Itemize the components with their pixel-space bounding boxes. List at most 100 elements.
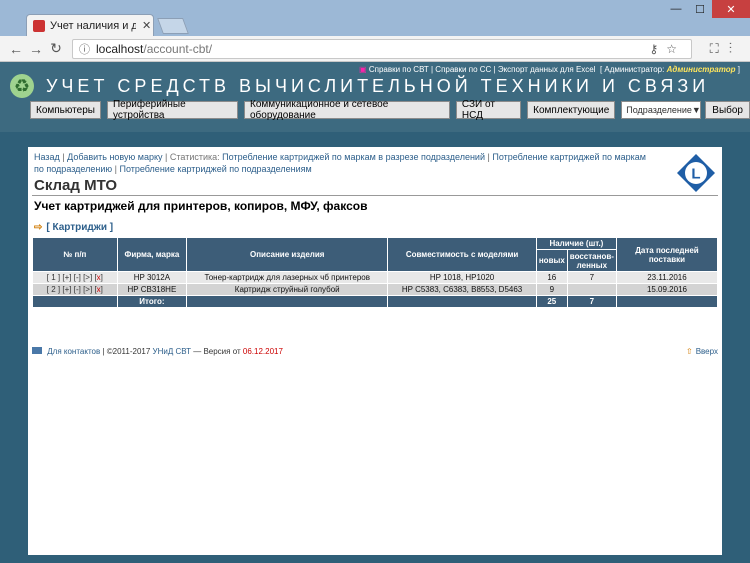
browser-titlebar: Учет наличия и движен ✕ — ☐ ✕ bbox=[0, 0, 750, 36]
menu-computers[interactable]: Компьютеры bbox=[30, 101, 101, 119]
url-input[interactable]: ⓘ localhost/account-cbt/ ⚷☆ bbox=[72, 39, 692, 59]
admin-close: ] bbox=[737, 65, 740, 74]
cell-restored bbox=[566, 283, 617, 296]
page-subtitle: Учет картриджей для принтеров, копиров, … bbox=[34, 199, 368, 213]
org-link[interactable]: УНиД СВТ bbox=[153, 347, 191, 356]
link-ss-reports[interactable]: Справки по СС bbox=[435, 65, 491, 74]
copyright: | ©2011-2017 bbox=[102, 347, 151, 356]
cell-compat: HP C5383, C6383, B8553, D5463 bbox=[387, 283, 537, 296]
cell-date: 15.09.2016 bbox=[615, 283, 719, 296]
content-panel: Назад | Добавить новую марку | Статистик… bbox=[28, 147, 722, 555]
cartridges-table: № п/п Фирма, марка Описание изделия Совм… bbox=[32, 237, 719, 308]
site-title: УЧЕТ СРЕДСТВ ВЫЧИСЛИТЕЛЬНОЙ ТЕХНИКИ И СВ… bbox=[46, 76, 710, 96]
col-new: новых bbox=[535, 249, 568, 272]
row-minus[interactable]: [-] bbox=[74, 273, 81, 282]
window-close-icon[interactable]: ✕ bbox=[712, 0, 750, 18]
total-restored: 7 bbox=[566, 295, 617, 308]
row-actions[interactable]: [ 1 ] [+] [-] [>] [x] bbox=[32, 271, 118, 284]
row-move[interactable]: [>] bbox=[83, 273, 92, 282]
new-tab-button[interactable] bbox=[157, 18, 189, 34]
row-move[interactable]: [>] bbox=[83, 285, 92, 294]
mail-icon bbox=[32, 347, 42, 354]
cartridges-link-label: [ Картриджи ] bbox=[46, 222, 114, 233]
col-compat: Совместимость с моделями bbox=[387, 237, 537, 272]
stat-link-3[interactable]: Потребление картриджей по подразделениям bbox=[120, 164, 312, 174]
minimize-icon[interactable]: — bbox=[664, 0, 688, 18]
back-link[interactable]: Назад bbox=[34, 152, 60, 162]
tab-close-icon[interactable]: ✕ bbox=[142, 19, 151, 32]
menu-szi[interactable]: СЗИ от НСД bbox=[455, 99, 522, 121]
key-star-icons[interactable]: ⚷☆ bbox=[649, 42, 685, 56]
department-select[interactable]: Подразделение ▼ bbox=[621, 101, 702, 119]
col-stock: Наличие (шт.) bbox=[535, 237, 617, 250]
arrow-up-icon: ⇧ bbox=[685, 347, 693, 356]
reload-icon[interactable]: ↻ bbox=[46, 40, 66, 57]
contacts-link[interactable]: Для контактов bbox=[47, 347, 100, 356]
cell-compat: HP 1018, HP1020 bbox=[387, 271, 537, 284]
version-date: 06.12.2017 bbox=[242, 347, 283, 356]
row-open[interactable]: [ 1 ] bbox=[47, 273, 60, 282]
table-row: [ 1 ] [+] [-] [>] [x] HP 3012A Тонер-кар… bbox=[32, 271, 719, 284]
svg-text:L: L bbox=[691, 166, 700, 183]
admin-name[interactable]: Администратор bbox=[667, 65, 736, 74]
cell-date: 23.11.2016 bbox=[615, 271, 719, 284]
cartridges-section-link[interactable]: ⇨[ Картриджи ] bbox=[34, 222, 113, 233]
cell-brand: HP CB318HE bbox=[116, 283, 188, 296]
emblem-logo-icon: L bbox=[677, 154, 715, 192]
col-num: № п/п bbox=[32, 237, 118, 272]
browser-menu-icons[interactable]: ⛶⋮ bbox=[710, 41, 742, 57]
menu-network[interactable]: Коммуникационное и сетевое оборудование bbox=[244, 99, 450, 121]
row-plus[interactable]: [+] bbox=[62, 285, 71, 294]
browser-tab[interactable]: Учет наличия и движен ✕ bbox=[26, 14, 154, 36]
admin-label: [ Администратор: bbox=[599, 65, 665, 74]
scroll-top-label: Вверх bbox=[695, 347, 718, 356]
cell-restored: 7 bbox=[566, 271, 617, 284]
row-delete[interactable]: [x] bbox=[94, 285, 102, 294]
back-arrow-icon[interactable]: ← bbox=[6, 41, 26, 57]
address-bar: ← → ↻ ⓘ localhost/account-cbt/ ⚷☆ ⛶⋮ bbox=[0, 36, 750, 62]
url-host: localhost bbox=[96, 42, 144, 56]
row-actions[interactable]: [ 2 ] [+] [-] [>] [x] bbox=[32, 283, 118, 296]
maximize-icon[interactable]: ☐ bbox=[688, 0, 712, 18]
col-desc: Описание изделия bbox=[186, 237, 389, 272]
col-date: Дата последней поставки bbox=[615, 237, 719, 272]
tab-title: Учет наличия и движен bbox=[50, 19, 136, 32]
info-icon[interactable]: ⓘ bbox=[79, 41, 90, 57]
forward-arrow-icon[interactable]: → bbox=[26, 41, 46, 57]
top-links: ▣ Справки по СВТ | Справки по СС | Экспо… bbox=[359, 65, 740, 74]
row-plus[interactable]: [+] bbox=[62, 273, 71, 282]
department-select-value: Подразделение bbox=[626, 105, 692, 115]
window-controls: — ☐ ✕ bbox=[664, 0, 750, 18]
select-button[interactable]: Выбор bbox=[705, 101, 750, 119]
page-title: Склад МТО bbox=[34, 177, 118, 194]
stats-label: Статистика: bbox=[169, 152, 220, 162]
favicon-icon bbox=[33, 19, 45, 32]
link-svt-reports[interactable]: Справки по СВТ bbox=[369, 65, 429, 74]
version-label: — Версия от bbox=[193, 347, 241, 356]
cell-brand: HP 3012A bbox=[116, 271, 188, 284]
total-new: 25 bbox=[535, 295, 568, 308]
stat-link-1[interactable]: Потребление картриджей по маркам в разре… bbox=[222, 152, 485, 162]
col-restored: восстанов-ленных bbox=[566, 249, 617, 272]
breadcrumb: Назад | Добавить новую марку | Статистик… bbox=[34, 152, 646, 174]
add-brand-link[interactable]: Добавить новую марку bbox=[67, 152, 162, 162]
cell-desc: Картридж струйный голубой bbox=[186, 283, 389, 296]
menu-peripherals[interactable]: Периферийные устройства bbox=[106, 99, 238, 121]
arrow-right-icon: ⇨ bbox=[34, 222, 43, 233]
site-header: ▣ Справки по СВТ | Справки по СС | Экспо… bbox=[0, 62, 750, 132]
excel-icon: ▣ bbox=[359, 65, 367, 74]
page-footer: Для контактов | ©2011-2017 УНиД СВТ — Ве… bbox=[32, 347, 718, 356]
row-minus[interactable]: [-] bbox=[74, 285, 81, 294]
scroll-top-link[interactable]: ⇧ Вверх bbox=[686, 347, 718, 356]
chevron-down-icon: ▼ bbox=[691, 105, 701, 115]
row-delete[interactable]: [x] bbox=[94, 273, 102, 282]
cell-desc: Тонер-картридж для лазерных чб принтеров bbox=[186, 271, 389, 284]
link-excel-export[interactable]: Экспорт данных для Excel bbox=[498, 65, 596, 74]
table-row: [ 2 ] [+] [-] [>] [x] HP CB318HE Картрид… bbox=[32, 283, 719, 296]
cell-new: 9 bbox=[535, 283, 568, 296]
total-row: Итого: 25 7 bbox=[32, 295, 719, 308]
recycle-logo-icon: ♻ bbox=[10, 74, 34, 98]
col-brand: Фирма, марка bbox=[116, 237, 188, 272]
row-open[interactable]: [ 2 ] bbox=[47, 285, 60, 294]
menu-components[interactable]: Комплектующие bbox=[527, 101, 616, 119]
